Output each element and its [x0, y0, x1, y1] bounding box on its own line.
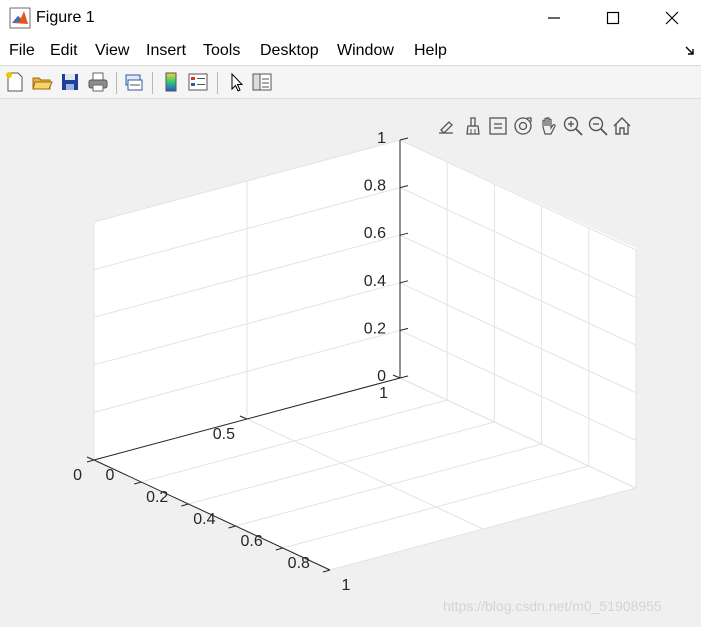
x-tick: [322, 569, 331, 573]
x-tick-label: 0.2: [146, 489, 168, 506]
watermark-text: https://blog.csdn.net/m0_51908955: [443, 598, 662, 614]
zoom-in-icon[interactable]: [562, 115, 584, 137]
x-tick-label: 1: [342, 577, 351, 594]
z-tick-label: 0.2: [364, 320, 386, 337]
z-tick-label: 1: [377, 130, 386, 147]
y-tick-label: 1: [379, 385, 388, 402]
x-tick-label: 0.6: [240, 533, 262, 550]
x-tick: [181, 503, 189, 507]
y-tick: [86, 456, 95, 461]
x-tick: [275, 547, 283, 551]
rotate-3d-icon[interactable]: [512, 115, 534, 137]
axes-3d[interactable]: 00.20.40.60.8100.5100.20.40.60.81: [0, 0, 701, 627]
x-tick: [228, 525, 236, 529]
y-tick-label: 0.5: [213, 426, 235, 443]
z-tick-label: 0.6: [364, 225, 386, 242]
brush-edit-icon[interactable]: [436, 115, 458, 137]
pan-icon[interactable]: [537, 115, 559, 137]
zoom-out-icon[interactable]: [587, 115, 609, 137]
x-tick-label: 0: [106, 467, 115, 484]
x-tick: [86, 459, 95, 463]
data-tips-icon[interactable]: [487, 115, 509, 137]
x-tick-label: 0.8: [288, 555, 310, 572]
z-tick: [399, 137, 409, 141]
x-tick: [134, 481, 142, 485]
z-tick-label: 0.4: [364, 273, 386, 290]
home-icon[interactable]: [611, 115, 633, 137]
x-tick-label: 0.4: [193, 511, 215, 528]
z-tick-label: 0: [377, 368, 386, 385]
data-brush-icon[interactable]: [462, 115, 484, 137]
y-tick-label: 0: [73, 467, 82, 484]
z-tick-label: 0.8: [364, 178, 386, 195]
